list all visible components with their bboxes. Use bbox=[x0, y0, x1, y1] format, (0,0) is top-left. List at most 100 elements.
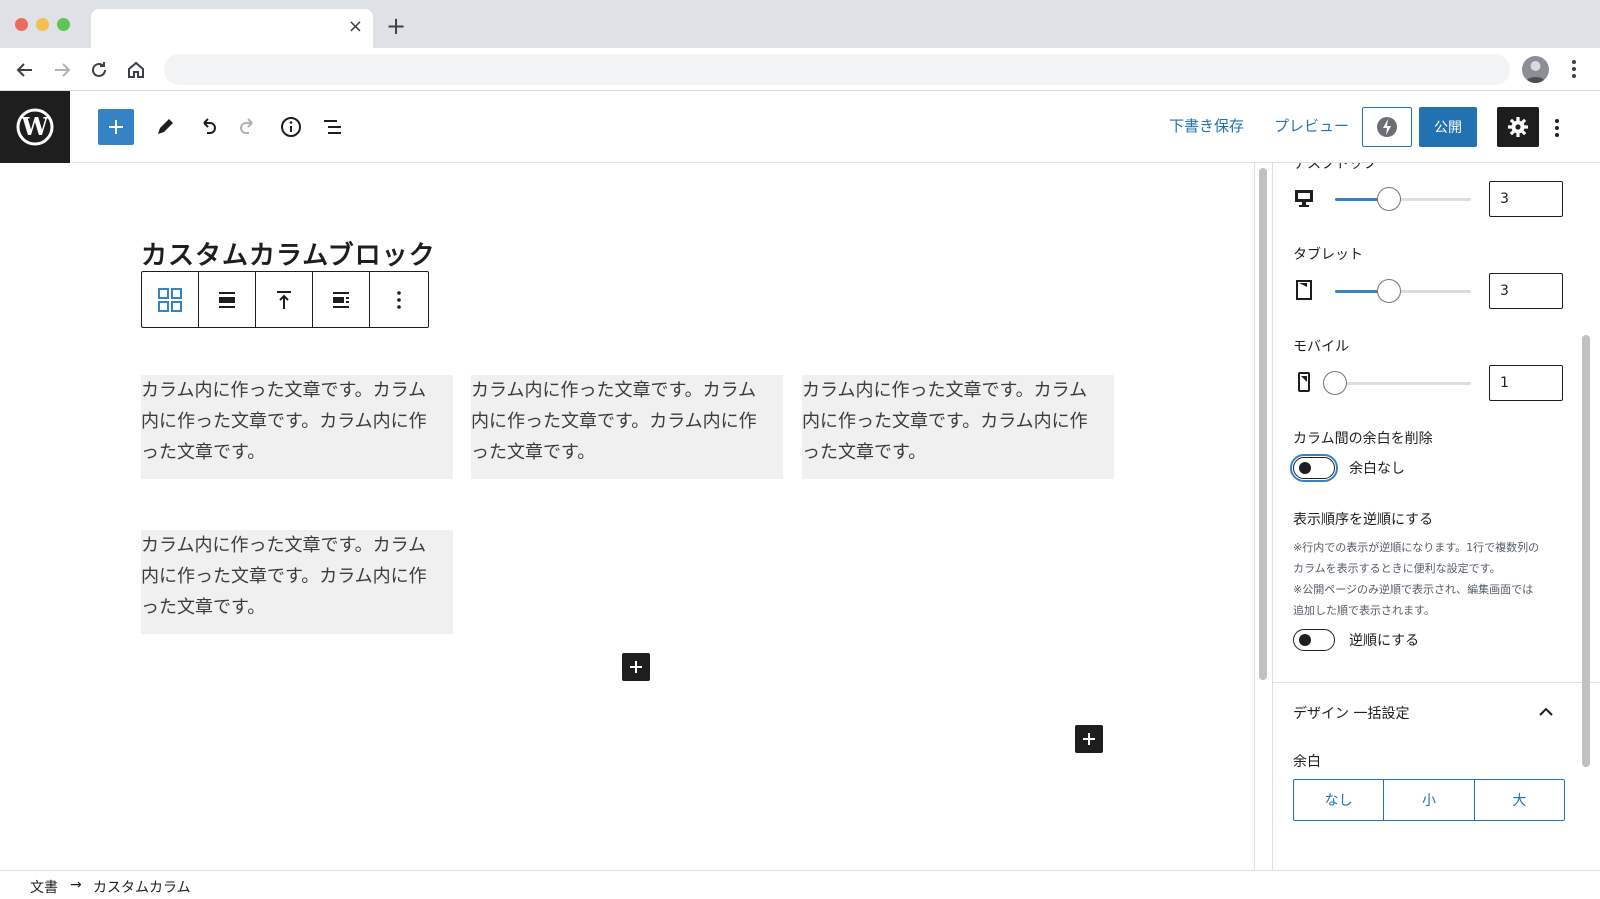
justify-icon bbox=[333, 291, 349, 308]
wordpress-logo[interactable]: W bbox=[0, 91, 70, 163]
margin-label: 余白 bbox=[1293, 754, 1321, 770]
note-line: 追加した順で表示されます。 bbox=[1293, 604, 1435, 617]
toggle-knob bbox=[1299, 634, 1311, 646]
note-line: ※公開ページのみ逆順で表示され、編集画面では bbox=[1293, 583, 1534, 596]
mobile-icon bbox=[1298, 372, 1310, 392]
back-icon[interactable] bbox=[12, 57, 38, 83]
mobile-columns-input[interactable]: 1 bbox=[1489, 365, 1563, 401]
forward-icon[interactable] bbox=[49, 57, 75, 83]
browser-tab[interactable]: × bbox=[91, 9, 373, 48]
slider-thumb[interactable] bbox=[1377, 279, 1401, 303]
breadcrumb-custom-column[interactable]: カスタムカラム bbox=[93, 877, 191, 897]
edit-mode-button[interactable] bbox=[147, 109, 183, 145]
tablet-columns-input[interactable]: 3 bbox=[1489, 273, 1563, 309]
column-text-line: 内に作った文章です。カラム内に作 bbox=[471, 411, 757, 432]
column-block-1[interactable]: カラム内に作った文章です。カラム 内に作った文章です。カラム内に作 った文章です… bbox=[141, 375, 453, 479]
window-close-dot[interactable] bbox=[15, 18, 28, 31]
breadcrumb-document[interactable]: 文書 bbox=[30, 877, 58, 897]
reverse-order-label: 逆順にする bbox=[1349, 633, 1420, 649]
gear-icon bbox=[1508, 117, 1528, 137]
margin-large-button[interactable]: 大 bbox=[1475, 780, 1564, 820]
note-line: ※行内での表示が逆順になります。1行で複数列の bbox=[1293, 541, 1540, 554]
desktop-columns-input[interactable]: 3 bbox=[1489, 181, 1563, 217]
options-menu-icon[interactable] bbox=[1553, 117, 1561, 139]
block-options-button[interactable] bbox=[370, 272, 428, 327]
margin-segmented-control: なし 小 大 bbox=[1293, 779, 1565, 821]
profile-avatar[interactable] bbox=[1522, 56, 1549, 83]
details-button[interactable] bbox=[273, 109, 309, 145]
list-view-icon bbox=[324, 120, 341, 134]
publish-button[interactable]: 公開 bbox=[1419, 107, 1477, 147]
browser-menu-icon[interactable] bbox=[1570, 58, 1578, 80]
align-button[interactable] bbox=[199, 272, 256, 327]
slider-thumb[interactable] bbox=[1323, 371, 1347, 395]
reload-icon[interactable] bbox=[86, 57, 112, 83]
settings-sidebar: デスクトップ 3 タブレット 3 モバイル 1 カラム間の余白を削除 余白なし … bbox=[1272, 163, 1600, 870]
breadcrumb-separator-icon: → bbox=[70, 877, 82, 893]
add-block-button[interactable] bbox=[98, 109, 134, 145]
more-vertical-icon bbox=[397, 290, 401, 309]
block-type-button[interactable] bbox=[142, 272, 199, 327]
desktop-columns-slider[interactable] bbox=[1335, 187, 1471, 211]
address-bar[interactable] bbox=[164, 54, 1510, 85]
column-block-3[interactable]: カラム内に作った文章です。カラム 内に作った文章です。カラム内に作 った文章です… bbox=[802, 375, 1114, 479]
column-text-line: カラム内に作った文章です。カラム bbox=[802, 380, 1088, 401]
block-title[interactable]: カスタムカラムブロック bbox=[141, 235, 436, 272]
home-icon[interactable] bbox=[123, 57, 149, 83]
column-text-line: カラム内に作った文章です。カラム bbox=[471, 380, 757, 401]
remove-gap-label: 余白なし bbox=[1349, 461, 1405, 477]
new-tab-button[interactable]: + bbox=[386, 13, 406, 39]
vertical-align-button[interactable] bbox=[256, 272, 313, 327]
column-text-line: った文章です。 bbox=[471, 442, 596, 463]
save-draft-button[interactable]: 下書き保存 bbox=[1169, 115, 1244, 136]
undo-button[interactable] bbox=[189, 109, 225, 145]
canvas-divider bbox=[1254, 163, 1255, 870]
editor-scrollbar[interactable] bbox=[1259, 168, 1267, 680]
editor-canvas: カスタムカラムブロック カラム内に作った文章です。カラム 内に作った文章です。カ… bbox=[0, 163, 1254, 870]
chevron-up-icon[interactable] bbox=[1537, 703, 1555, 721]
panel-divider bbox=[1273, 682, 1600, 683]
list-view-button[interactable] bbox=[315, 109, 351, 145]
preview-button[interactable]: プレビュー bbox=[1274, 115, 1349, 136]
column-text-line: った文章です。 bbox=[141, 442, 266, 463]
jetpack-icon bbox=[1377, 117, 1397, 137]
tablet-columns-slider[interactable] bbox=[1335, 279, 1471, 303]
content-align-button[interactable] bbox=[313, 272, 370, 327]
column-text-line: 内に作った文章です。カラム内に作 bbox=[802, 411, 1088, 432]
column-text-line: 内に作った文章です。カラム内に作 bbox=[141, 566, 427, 587]
tab-close-icon[interactable]: × bbox=[348, 17, 363, 37]
column-block-4[interactable]: カラム内に作った文章です。カラム 内に作った文章です。カラム内に作 った文章です… bbox=[141, 530, 453, 634]
undo-icon bbox=[203, 118, 216, 134]
remove-gap-toggle[interactable] bbox=[1290, 454, 1338, 482]
redo-button[interactable] bbox=[231, 109, 267, 145]
editor-header: W 下書き保存 プレビュー 公開 bbox=[0, 91, 1600, 163]
sidebar-scrollbar[interactable] bbox=[1582, 335, 1590, 767]
redo-icon bbox=[240, 118, 253, 134]
design-panel-title[interactable]: デザイン 一括設定 bbox=[1293, 703, 1409, 723]
tablet-label: タブレット bbox=[1293, 247, 1363, 263]
tablet-icon bbox=[1296, 280, 1312, 300]
settings-button[interactable] bbox=[1497, 107, 1539, 147]
window-minimize-dot[interactable] bbox=[36, 18, 49, 31]
mobile-label: モバイル bbox=[1293, 339, 1349, 355]
reverse-order-toggle[interactable] bbox=[1293, 629, 1335, 651]
mobile-columns-slider[interactable] bbox=[1323, 371, 1471, 395]
browser-toolbar bbox=[0, 48, 1600, 91]
window-maximize-dot[interactable] bbox=[57, 18, 70, 31]
column-inserter-button[interactable] bbox=[622, 653, 650, 681]
column-text-line: った文章です。 bbox=[802, 442, 927, 463]
slider-thumb[interactable] bbox=[1377, 187, 1401, 211]
plus-icon bbox=[109, 120, 123, 134]
reverse-note: ※行内での表示が逆順になります。1行で複数列の カラムを表示するときに便利な設定… bbox=[1293, 537, 1563, 621]
column-text-line: カラム内に作った文章です。カラム bbox=[141, 380, 427, 401]
margin-none-button[interactable]: なし bbox=[1294, 780, 1385, 820]
jetpack-button[interactable] bbox=[1362, 107, 1412, 147]
align-wide-icon bbox=[219, 291, 235, 308]
block-breadcrumb: 文書 → カスタムカラム bbox=[0, 870, 1600, 899]
column-block-2[interactable]: カラム内に作った文章です。カラム 内に作った文章です。カラム内に作 った文章です… bbox=[471, 375, 783, 479]
block-inserter-button[interactable] bbox=[1075, 725, 1103, 753]
desktop-icon bbox=[1295, 190, 1313, 207]
column-text-line: った文章です。 bbox=[141, 597, 266, 618]
reverse-heading: 表示順序を逆順にする bbox=[1293, 512, 1434, 528]
margin-small-button[interactable]: 小 bbox=[1384, 780, 1475, 820]
